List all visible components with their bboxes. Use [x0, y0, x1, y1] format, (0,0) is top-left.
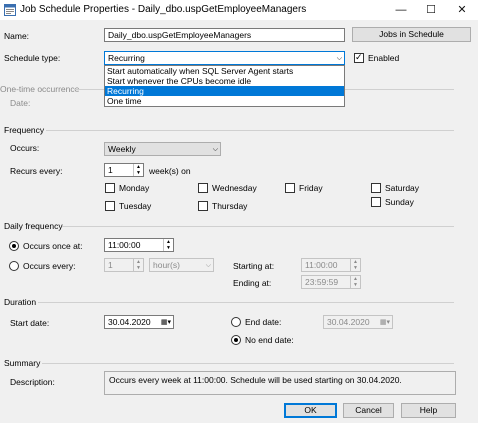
start-date-value: 30.04.2020 [108, 317, 151, 327]
recurs-unit-label: week(s) on [149, 166, 191, 176]
saturday-checkbox[interactable] [371, 183, 381, 193]
ending-at-value: 23:59:59 [305, 277, 339, 287]
frequency-divider [46, 130, 454, 131]
name-label: Name: [4, 31, 30, 41]
summary-section-title: Summary [4, 358, 41, 368]
chevron-down-icon: ⌵ [205, 262, 211, 269]
occurs-every-value: 1 [108, 260, 113, 270]
occurs-label: Occurs: [10, 143, 40, 153]
occurs-once-time[interactable]: 11:00:00 ▲ ▼ [104, 238, 174, 252]
duration-divider [38, 302, 454, 303]
window-title: Job Schedule Properties - Daily_dbo.uspG… [20, 4, 307, 15]
window-app-icon [4, 4, 16, 16]
description-text: Occurs every week at 11:00:00. Schedule … [104, 371, 456, 395]
spinner-arrows-icon[interactable]: ▲ ▼ [350, 259, 360, 271]
tuesday-checkbox[interactable] [105, 201, 115, 211]
no-end-date-label: No end date: [245, 335, 294, 345]
occurs-combo[interactable]: Weekly ⌵ [104, 142, 221, 156]
starting-at-label: Starting at: [233, 261, 275, 271]
tuesday-label: Tuesday [119, 201, 152, 211]
calendar-dropdown-icon[interactable]: ▦▾ [380, 317, 390, 328]
schedule-type-label: Schedule type: [4, 53, 61, 63]
starting-at-value: 11:00:00 [305, 260, 338, 270]
cancel-button[interactable]: Cancel [343, 403, 394, 418]
occurs-every-spinner[interactable]: 1 ▲ ▼ [104, 258, 144, 272]
enabled-checkbox[interactable] [354, 52, 364, 63]
name-input[interactable]: Daily_dbo.uspGetEmployeeManagers [104, 28, 345, 42]
summary-divider [42, 363, 454, 364]
minimize-button[interactable]: — [386, 0, 416, 20]
thursday-checkbox[interactable] [198, 201, 208, 211]
thursday-label: Thursday [212, 201, 248, 211]
dropdown-option-agent-start[interactable]: Start automatically when SQL Server Agen… [105, 66, 344, 76]
occurs-once-time-value: 11:00:00 [108, 240, 141, 250]
wednesday-checkbox[interactable] [198, 183, 208, 193]
frequency-section-title: Frequency [4, 125, 45, 135]
recurs-every-value: 1 [108, 165, 113, 175]
start-date-picker[interactable]: 30.04.2020 ▦▾ [104, 315, 174, 329]
one-time-date-label: Date: [10, 98, 31, 108]
occurs-once-label: Occurs once at: [23, 241, 83, 251]
occurs-once-radio[interactable] [9, 241, 19, 251]
chevron-down-icon: ⌵ [212, 146, 218, 153]
ok-button[interactable]: OK [284, 403, 337, 418]
close-button[interactable]: ✕ [447, 0, 477, 20]
dropdown-option-recurring[interactable]: Recurring [105, 86, 344, 96]
occurs-every-unit-value: hour(s) [153, 260, 180, 270]
friday-label: Friday [299, 183, 323, 193]
recurs-every-spinner[interactable]: 1 ▲ ▼ [104, 163, 144, 177]
monday-checkbox[interactable] [105, 183, 115, 193]
dropdown-option-one-time[interactable]: One time [105, 96, 344, 106]
ending-at-time[interactable]: 23:59:59 ▲ ▼ [301, 275, 361, 289]
one-time-section-title: One-time occurrence [0, 84, 80, 94]
occurs-every-unit-combo[interactable]: hour(s) ⌵ [149, 258, 214, 272]
enabled-label: Enabled [368, 53, 400, 63]
jobs-in-schedule-button[interactable]: Jobs in Schedule [352, 27, 471, 42]
spinner-arrows-icon[interactable]: ▲ ▼ [133, 259, 143, 271]
help-button[interactable]: Help [401, 403, 456, 418]
monday-label: Monday [119, 183, 150, 193]
spinner-arrows-icon[interactable]: ▲ ▼ [350, 276, 360, 288]
end-date-label: End date: [245, 317, 282, 327]
ending-at-label: Ending at: [233, 278, 272, 288]
schedule-type-dropdown[interactable]: Start automatically when SQL Server Agen… [104, 65, 345, 107]
wednesday-label: Wednesday [212, 183, 257, 193]
sunday-checkbox[interactable] [371, 197, 381, 207]
end-date-picker[interactable]: 30.04.2020 ▦▾ [323, 315, 393, 329]
dropdown-option-cpu-idle[interactable]: Start whenever the CPUs become idle [105, 76, 344, 86]
description-label: Description: [10, 377, 55, 387]
end-date-value: 30.04.2020 [327, 317, 370, 327]
end-date-radio[interactable] [231, 317, 241, 327]
recurs-every-label: Recurs every: [10, 166, 63, 176]
occurs-value: Weekly [108, 144, 136, 154]
start-date-label: Start date: [10, 318, 50, 328]
calendar-dropdown-icon[interactable]: ▦▾ [161, 317, 171, 328]
saturday-label: Saturday [385, 183, 420, 193]
occurs-every-label: Occurs every: [23, 261, 76, 271]
daily-frequency-section-title: Daily frequency [4, 221, 63, 231]
sunday-label: Sunday [385, 197, 414, 207]
daily-frequency-divider [62, 226, 454, 227]
spinner-arrows-icon[interactable]: ▲ ▼ [163, 239, 173, 251]
friday-checkbox[interactable] [285, 183, 295, 193]
spinner-arrows-icon[interactable]: ▲ ▼ [133, 164, 143, 176]
maximize-button[interactable]: ☐ [416, 0, 446, 20]
schedule-type-combo[interactable]: Recurring ⌵ [104, 51, 345, 65]
duration-section-title: Duration [4, 297, 37, 307]
no-end-date-radio[interactable] [231, 335, 241, 345]
schedule-type-value: Recurring [108, 53, 145, 63]
occurs-every-radio[interactable] [9, 261, 19, 271]
chevron-down-icon: ⌵ [336, 55, 342, 62]
starting-at-time[interactable]: 11:00:00 ▲ ▼ [301, 258, 361, 272]
